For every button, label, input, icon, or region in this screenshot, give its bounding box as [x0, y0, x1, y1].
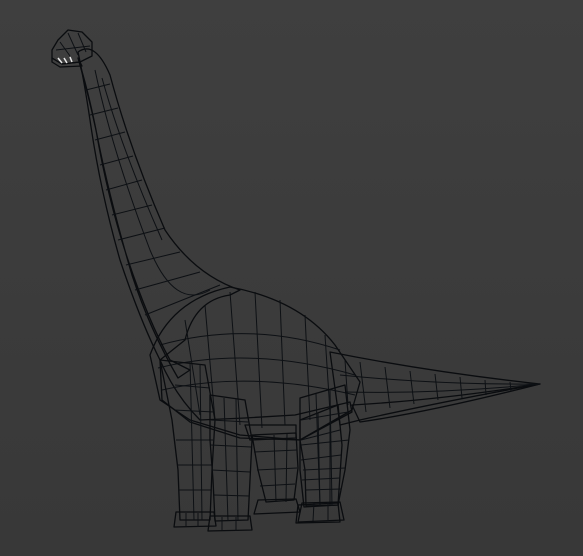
dinosaur-model[interactable] [0, 0, 583, 556]
3d-viewport[interactable] [0, 0, 583, 556]
viewport-background [0, 0, 583, 556]
